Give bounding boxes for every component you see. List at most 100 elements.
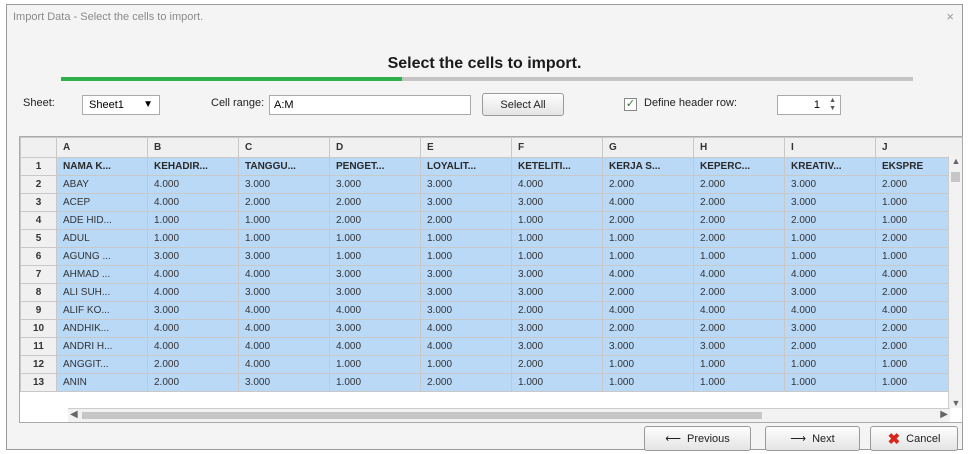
row-number[interactable]: 9 [20, 301, 57, 320]
table-cell[interactable]: ANGGIT... [56, 355, 148, 374]
table-cell[interactable]: 3.000 [147, 247, 239, 266]
table-cell[interactable]: 3.000 [238, 373, 330, 392]
table-cell[interactable]: 3.000 [784, 319, 876, 338]
table-cell[interactable]: 3.000 [238, 175, 330, 194]
table-cell[interactable]: 2.000 [238, 193, 330, 212]
table-cell[interactable]: 4.000 [420, 319, 512, 338]
table-cell[interactable]: 1.000 [420, 355, 512, 374]
table-cell[interactable]: 3.000 [329, 265, 421, 284]
table-row[interactable]: 1 NAMA K... KEHADIR... TANGGU... PENGET... LO… [20, 157, 962, 176]
corner-header[interactable] [20, 137, 57, 158]
table-cell[interactable]: 1.000 [511, 373, 603, 392]
table-cell[interactable]: 4.000 [238, 355, 330, 374]
table-row[interactable]: 6 AGUNG ... 3.000 3.000 1.000 1.000 1.000 1.000… [20, 247, 962, 266]
table-cell[interactable]: 1.000 [238, 211, 330, 230]
table-cell[interactable]: 2.000 [602, 283, 694, 302]
table-row[interactable]: 3 ACEP 4.000 2.000 2.000 3.000 3.000 4.000 2.000… [20, 193, 962, 212]
table-cell[interactable]: 1.000 [329, 373, 421, 392]
vertical-scroll-thumb[interactable] [951, 172, 960, 182]
table-cell[interactable]: 4.000 [238, 319, 330, 338]
table-cell[interactable]: 2.000 [420, 373, 512, 392]
table-cell[interactable]: 1.000 [693, 373, 785, 392]
table-cell[interactable]: 2.000 [602, 175, 694, 194]
table-cell[interactable]: 1.000 [602, 355, 694, 374]
table-cell[interactable]: 4.000 [693, 301, 785, 320]
table-row[interactable]: 9 ALIF KO... 3.000 4.000 4.000 3.000 2.000 4.00… [20, 301, 962, 320]
table-cell[interactable]: LOYALIT... [420, 157, 512, 176]
table-cell[interactable]: ADUL [56, 229, 148, 248]
table-cell[interactable]: 3.000 [784, 283, 876, 302]
column-header[interactable]: F [511, 137, 603, 158]
table-cell[interactable]: 4.000 [329, 337, 421, 356]
table-cell[interactable]: ANDHIK... [56, 319, 148, 338]
column-header[interactable]: B [147, 137, 239, 158]
table-row[interactable]: 4 ADE HID... 1.000 1.000 2.000 2.000 1.000 2.00… [20, 211, 962, 230]
table-cell[interactable]: 4.000 [602, 301, 694, 320]
table-cell[interactable]: 2.000 [693, 193, 785, 212]
table-cell[interactable]: NAMA K... [56, 157, 148, 176]
table-cell[interactable]: ANIN [56, 373, 148, 392]
table-cell[interactable]: 4.000 [147, 193, 239, 212]
horizontal-scrollbar[interactable]: ◀ ▶ [68, 408, 950, 422]
row-number[interactable]: 4 [20, 211, 57, 230]
scroll-right-icon[interactable]: ▶ [940, 409, 948, 420]
table-cell[interactable]: 2.000 [784, 211, 876, 230]
table-cell[interactable]: KERJA S... [602, 157, 694, 176]
cell-grid[interactable]: ABCDEFGHIJ 1 NAMA K... KEHADIR... TANGGU...… [19, 136, 963, 423]
next-button[interactable]: ⟶ Next [765, 426, 860, 451]
table-cell[interactable]: 1.000 [602, 229, 694, 248]
table-cell[interactable]: KEHADIR... [147, 157, 239, 176]
table-cell[interactable]: KEPERC... [693, 157, 785, 176]
table-cell[interactable]: 1.000 [602, 247, 694, 266]
table-cell[interactable]: 2.000 [420, 211, 512, 230]
table-cell[interactable]: 3.000 [511, 265, 603, 284]
header-row-spinner[interactable]: 1 ▲ ▼ [777, 95, 841, 115]
table-cell[interactable]: 4.000 [329, 301, 421, 320]
table-cell[interactable]: 3.000 [693, 337, 785, 356]
table-cell[interactable]: 4.000 [238, 337, 330, 356]
scroll-up-icon[interactable]: ▲ [949, 156, 962, 166]
cell-range-input[interactable]: A:M [269, 95, 471, 115]
column-header[interactable]: E [420, 137, 512, 158]
cancel-button[interactable]: ✖ Cancel [870, 426, 958, 451]
previous-button[interactable]: ⟵ Previous [644, 426, 751, 451]
table-cell[interactable]: 2.000 [602, 211, 694, 230]
table-row[interactable]: 5 ADUL 1.000 1.000 1.000 1.000 1.000 1.000 2.000… [20, 229, 962, 248]
table-cell[interactable]: 1.000 [784, 373, 876, 392]
vertical-scrollbar[interactable]: ▲ ▼ [948, 156, 962, 408]
table-cell[interactable]: 1.000 [329, 355, 421, 374]
table-cell[interactable]: 2.000 [147, 373, 239, 392]
table-cell[interactable]: 4.000 [147, 175, 239, 194]
row-number[interactable]: 8 [20, 283, 57, 302]
table-cell[interactable]: 2.000 [511, 301, 603, 320]
table-cell[interactable]: 1.000 [784, 229, 876, 248]
table-cell[interactable]: 4.000 [784, 301, 876, 320]
row-number[interactable]: 2 [20, 175, 57, 194]
table-cell[interactable]: 2.000 [329, 193, 421, 212]
table-cell[interactable]: 2.000 [693, 319, 785, 338]
row-number[interactable]: 11 [20, 337, 57, 356]
table-cell[interactable]: 2.000 [329, 211, 421, 230]
row-number[interactable]: 10 [20, 319, 57, 338]
table-cell[interactable]: 1.000 [238, 229, 330, 248]
table-cell[interactable]: 2.000 [693, 229, 785, 248]
row-number[interactable]: 5 [20, 229, 57, 248]
table-cell[interactable]: 2.000 [511, 355, 603, 374]
table-cell[interactable]: 3.000 [420, 283, 512, 302]
define-header-row-checkbox[interactable]: ✓ [624, 98, 637, 111]
table-cell[interactable]: AGUNG ... [56, 247, 148, 266]
table-cell[interactable]: 1.000 [329, 229, 421, 248]
table-cell[interactable]: AHMAD ... [56, 265, 148, 284]
table-cell[interactable]: 4.000 [147, 319, 239, 338]
column-header[interactable]: I [784, 137, 876, 158]
table-cell[interactable]: 4.000 [602, 193, 694, 212]
table-cell[interactable]: 4.000 [693, 265, 785, 284]
table-cell[interactable]: 4.000 [511, 175, 603, 194]
table-cell[interactable]: 1.000 [511, 229, 603, 248]
column-header[interactable]: A [56, 137, 148, 158]
spinner-arrows-icon[interactable]: ▲ ▼ [829, 97, 836, 113]
table-cell[interactable]: 3.000 [420, 193, 512, 212]
table-cell[interactable]: 1.000 [693, 355, 785, 374]
table-cell[interactable]: ALI SUH... [56, 283, 148, 302]
table-cell[interactable]: 1.000 [511, 247, 603, 266]
